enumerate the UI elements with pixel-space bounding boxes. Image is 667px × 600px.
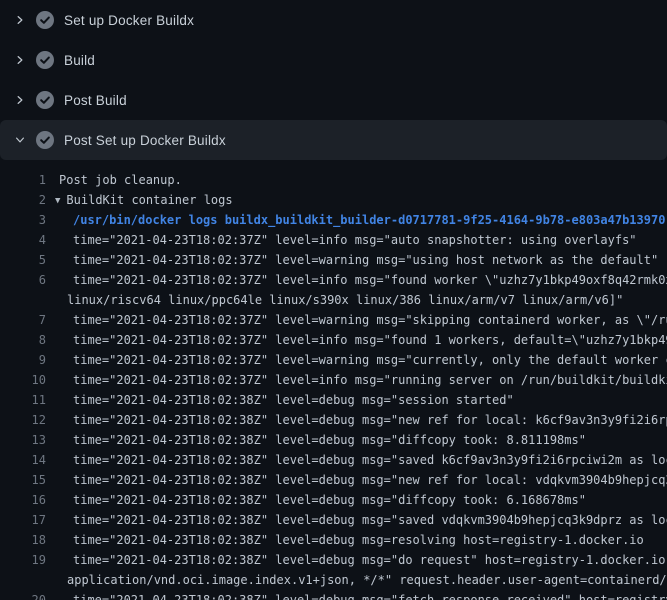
- log-text: time="2021-04-23T18:02:37Z" level=info m…: [46, 230, 667, 250]
- step-label: Build: [64, 53, 95, 68]
- log-line: 1 Post job cleanup.: [0, 170, 667, 190]
- log-text: time="2021-04-23T18:02:37Z" level=warnin…: [46, 350, 667, 370]
- log-line: 12 time="2021-04-23T18:02:38Z" level=deb…: [0, 410, 667, 430]
- log-text: time="2021-04-23T18:02:38Z" level=debug …: [46, 430, 667, 450]
- chevron-right-icon: [12, 12, 28, 28]
- log-text: Post job cleanup.: [46, 170, 667, 190]
- line-number[interactable]: 18: [0, 530, 46, 550]
- log-line: 8 time="2021-04-23T18:02:37Z" level=info…: [0, 330, 667, 350]
- log-line-continuation: application/vnd.oci.image.index.v1+json,…: [0, 570, 667, 590]
- log-text: time="2021-04-23T18:02:37Z" level=warnin…: [46, 310, 667, 330]
- chevron-down-icon: [12, 132, 28, 148]
- line-number: [0, 290, 46, 310]
- line-number[interactable]: 16: [0, 490, 46, 510]
- log-line: 20 time="2021-04-23T18:02:38Z" level=deb…: [0, 590, 667, 600]
- step-label: Post Build: [64, 93, 127, 108]
- log-text: time="2021-04-23T18:02:38Z" level=debug …: [46, 530, 667, 550]
- log-line: 6 time="2021-04-23T18:02:37Z" level=info…: [0, 270, 667, 290]
- line-number[interactable]: 15: [0, 470, 46, 490]
- step-list: Set up Docker Buildx Build Post Build: [0, 0, 667, 160]
- line-number[interactable]: 5: [0, 250, 46, 270]
- line-number[interactable]: 19: [0, 550, 46, 570]
- log-line: 16 time="2021-04-23T18:02:38Z" level=deb…: [0, 490, 667, 510]
- check-circle-icon: [36, 11, 54, 29]
- check-circle-icon: [36, 51, 54, 69]
- group-title: BuildKit container logs: [66, 193, 232, 207]
- line-number[interactable]: 14: [0, 450, 46, 470]
- line-number[interactable]: 8: [0, 330, 46, 350]
- line-number[interactable]: 2: [0, 190, 46, 210]
- log-text: time="2021-04-23T18:02:38Z" level=debug …: [46, 550, 667, 570]
- group-expanded-icon[interactable]: ▼: [55, 191, 60, 210]
- line-number[interactable]: 17: [0, 510, 46, 530]
- chevron-right-icon: [12, 92, 28, 108]
- line-number[interactable]: 7: [0, 310, 46, 330]
- log-line-continuation: linux/riscv64 linux/ppc64le linux/s390x …: [0, 290, 667, 310]
- line-number[interactable]: 3: [0, 210, 46, 230]
- log-text: time="2021-04-23T18:02:37Z" level=info m…: [46, 330, 667, 350]
- line-number[interactable]: 20: [0, 590, 46, 600]
- log-line: 15 time="2021-04-23T18:02:38Z" level=deb…: [0, 470, 667, 490]
- step-header-setup-docker-buildx[interactable]: Set up Docker Buildx: [0, 0, 667, 40]
- step-header-build[interactable]: Build: [0, 40, 667, 80]
- log-line: 4 time="2021-04-23T18:02:37Z" level=info…: [0, 230, 667, 250]
- step-label: Set up Docker Buildx: [64, 13, 194, 28]
- log-text: /usr/bin/docker logs buildx_buildkit_bui…: [46, 210, 667, 230]
- check-circle-icon: [36, 131, 54, 149]
- log-text: time="2021-04-23T18:02:38Z" level=debug …: [46, 390, 667, 410]
- log-line: 18 time="2021-04-23T18:02:38Z" level=deb…: [0, 530, 667, 550]
- log-text: application/vnd.oci.image.index.v1+json,…: [46, 570, 667, 590]
- line-number[interactable]: 1: [0, 170, 46, 190]
- log-text: time="2021-04-23T18:02:38Z" level=debug …: [46, 490, 667, 510]
- log-line: 5 time="2021-04-23T18:02:37Z" level=warn…: [0, 250, 667, 270]
- log-line: 7 time="2021-04-23T18:02:37Z" level=warn…: [0, 310, 667, 330]
- chevron-right-icon: [12, 52, 28, 68]
- log-line: 17 time="2021-04-23T18:02:38Z" level=deb…: [0, 510, 667, 530]
- log-text: ▼ BuildKit container logs: [46, 190, 667, 210]
- log-text: time="2021-04-23T18:02:38Z" level=debug …: [46, 590, 667, 600]
- log-line: 19 time="2021-04-23T18:02:38Z" level=deb…: [0, 550, 667, 570]
- log-output: 1 Post job cleanup. 2 ▼ BuildKit containe…: [0, 170, 667, 600]
- line-number[interactable]: 6: [0, 270, 46, 290]
- step-header-post-setup-docker-buildx[interactable]: Post Set up Docker Buildx: [0, 120, 667, 160]
- line-number[interactable]: 13: [0, 430, 46, 450]
- log-text: time="2021-04-23T18:02:37Z" level=info m…: [46, 370, 667, 390]
- log-text: time="2021-04-23T18:02:37Z" level=warnin…: [46, 250, 667, 270]
- log-command-line: 3 /usr/bin/docker logs buildx_buildkit_b…: [0, 210, 667, 230]
- log-line: 14 time="2021-04-23T18:02:38Z" level=deb…: [0, 450, 667, 470]
- check-circle-icon: [36, 91, 54, 109]
- log-text: linux/riscv64 linux/ppc64le linux/s390x …: [46, 290, 667, 310]
- step-header-post-build[interactable]: Post Build: [0, 80, 667, 120]
- line-number: [0, 570, 46, 590]
- step-label: Post Set up Docker Buildx: [64, 133, 226, 148]
- log-text: time="2021-04-23T18:02:38Z" level=debug …: [46, 510, 667, 530]
- line-number[interactable]: 4: [0, 230, 46, 250]
- line-number[interactable]: 10: [0, 370, 46, 390]
- log-line: 11 time="2021-04-23T18:02:38Z" level=deb…: [0, 390, 667, 410]
- log-line: 9 time="2021-04-23T18:02:37Z" level=warn…: [0, 350, 667, 370]
- log-line: 13 time="2021-04-23T18:02:38Z" level=deb…: [0, 430, 667, 450]
- log-text: time="2021-04-23T18:02:38Z" level=debug …: [46, 450, 667, 470]
- line-number[interactable]: 9: [0, 350, 46, 370]
- log-line: 10 time="2021-04-23T18:02:37Z" level=inf…: [0, 370, 667, 390]
- log-text: time="2021-04-23T18:02:38Z" level=debug …: [46, 470, 667, 490]
- actions-log-viewer: Set up Docker Buildx Build Post Build: [0, 0, 667, 600]
- line-number[interactable]: 11: [0, 390, 46, 410]
- log-text: time="2021-04-23T18:02:37Z" level=info m…: [46, 270, 667, 290]
- line-number[interactable]: 12: [0, 410, 46, 430]
- log-group-toggle[interactable]: 2 ▼ BuildKit container logs: [0, 190, 667, 210]
- log-text: time="2021-04-23T18:02:38Z" level=debug …: [46, 410, 667, 430]
